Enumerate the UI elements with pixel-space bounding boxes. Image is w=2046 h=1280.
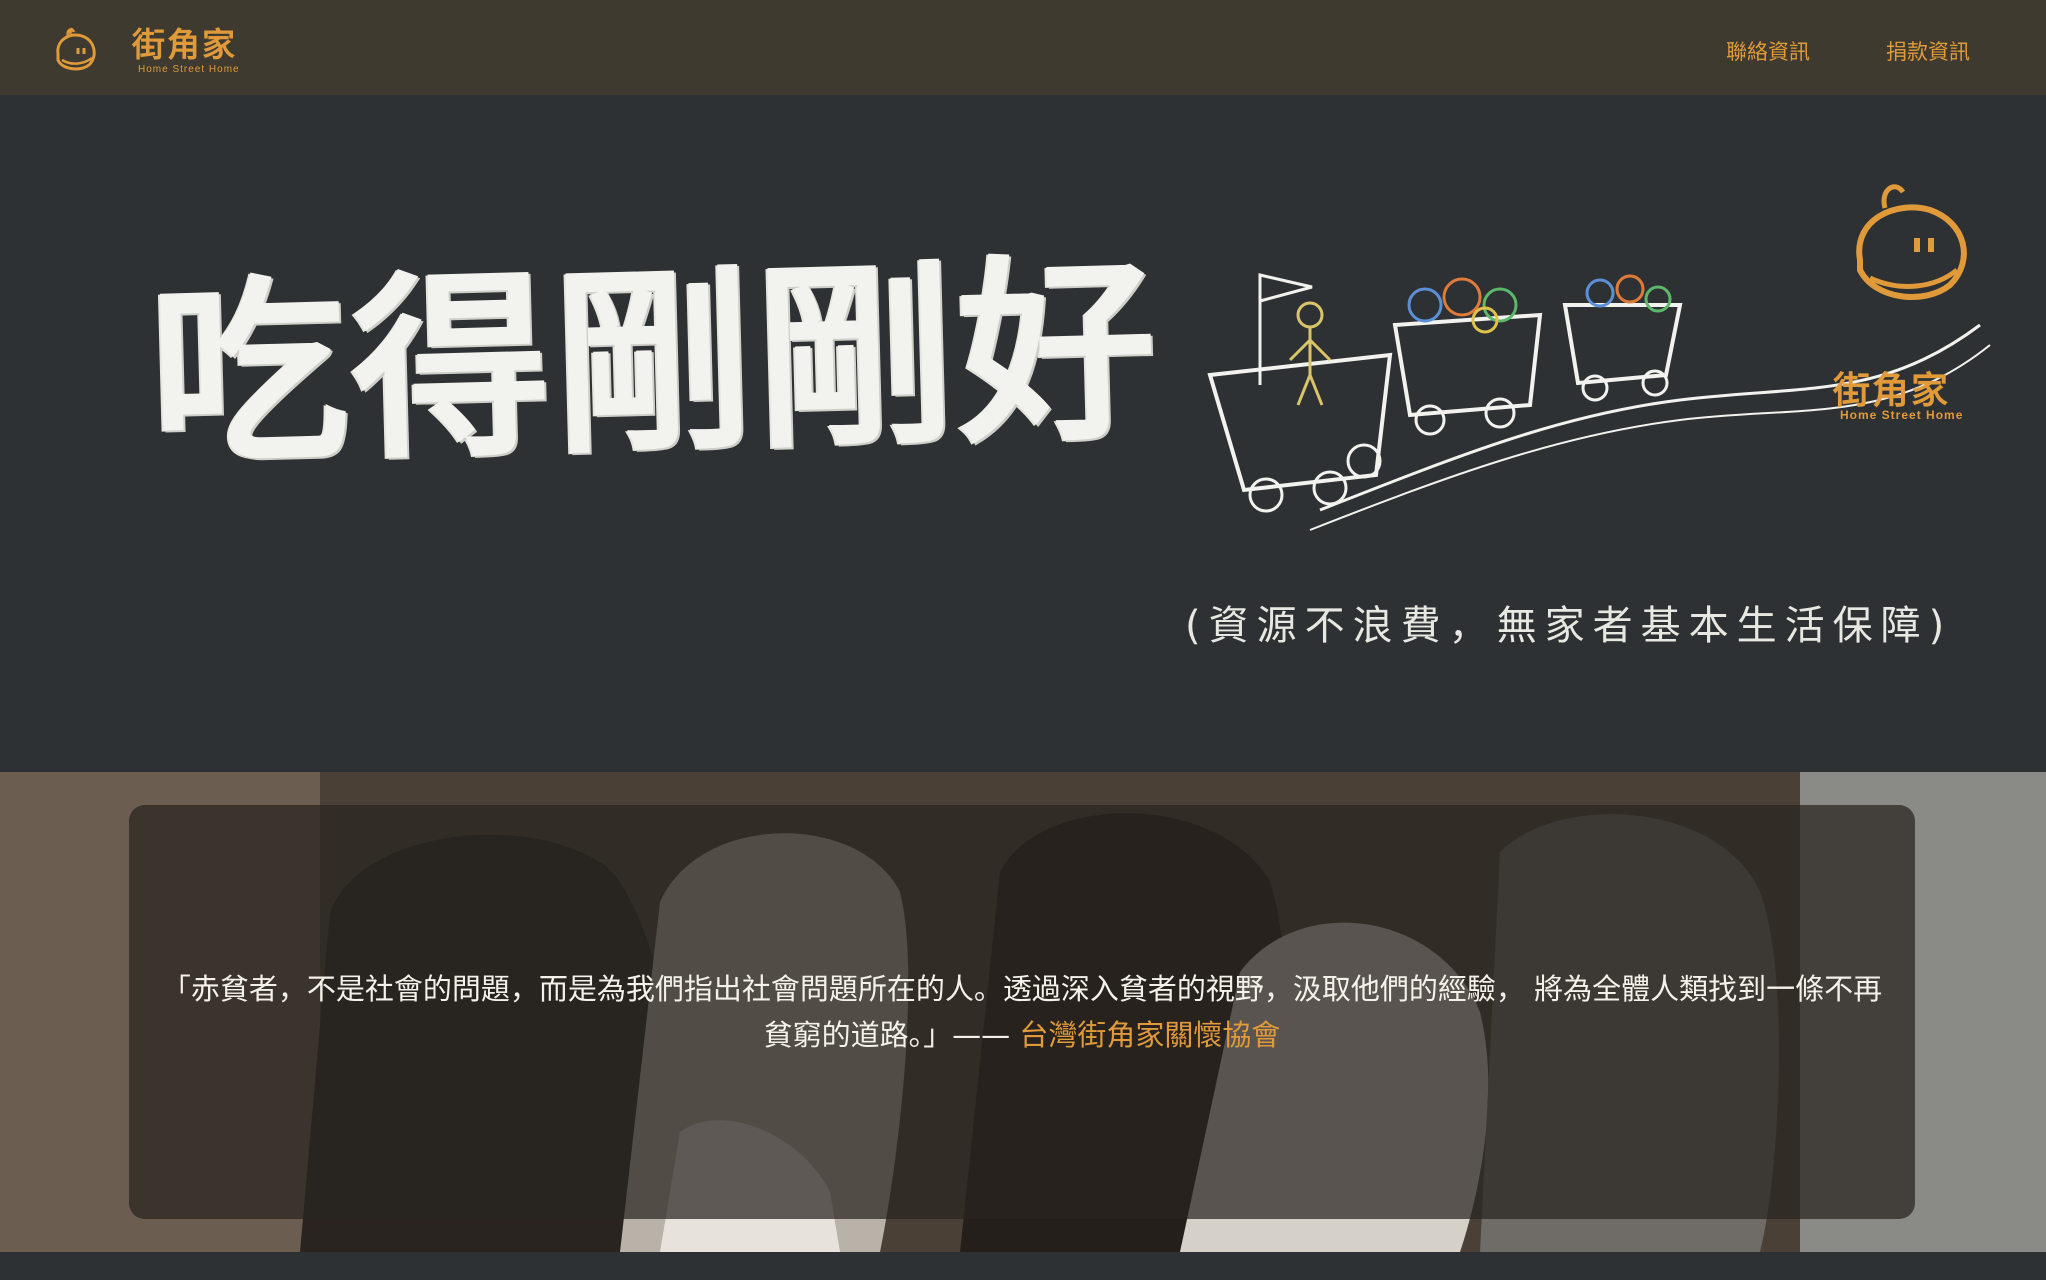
nav-contact-info[interactable]: 聯絡資訊	[1726, 36, 1810, 66]
hero-logo-subtitle: Home Street Home	[1840, 408, 1964, 422]
home-street-home-logo-icon	[56, 27, 96, 71]
brand-logo[interactable]: 街角家 Home Street Home	[48, 24, 240, 78]
hero-logo-icon	[1856, 184, 1967, 300]
quote-attribution-link[interactable]: 台灣街角家關懷協會	[1019, 1018, 1280, 1052]
quote-card: 「赤貧者，不是社會的問題，而是為我們指出社會問題所在的人。透過深入貧者的視野，汲…	[129, 805, 1915, 1219]
brand-name: 街角家	[132, 24, 237, 64]
quote-text: 「赤貧者，不是社會的問題，而是為我們指出社會問題所在的人。透過深入貧者的視野，汲…	[157, 966, 1887, 1058]
brand-text: 街角家 Home Street Home	[132, 24, 240, 75]
brand-subtitle: Home Street Home	[138, 63, 240, 75]
hero-title: 吃得剛剛好	[147, 234, 1163, 493]
nav-donation-info[interactable]: 捐款資訊	[1886, 36, 1970, 66]
footer-strip	[0, 1252, 2046, 1280]
hero-banner: 吃得剛剛好 街角家 Home Street Home (資源不浪費，無家者基本生…	[0, 95, 2046, 772]
hero-subtitle: (資源不浪費，無家者基本生活保障)	[1185, 603, 1953, 649]
hero-logo-name: 街角家	[1833, 369, 1950, 412]
top-navbar: 街角家 Home Street Home 聯絡資訊 捐款資訊	[0, 0, 2046, 95]
